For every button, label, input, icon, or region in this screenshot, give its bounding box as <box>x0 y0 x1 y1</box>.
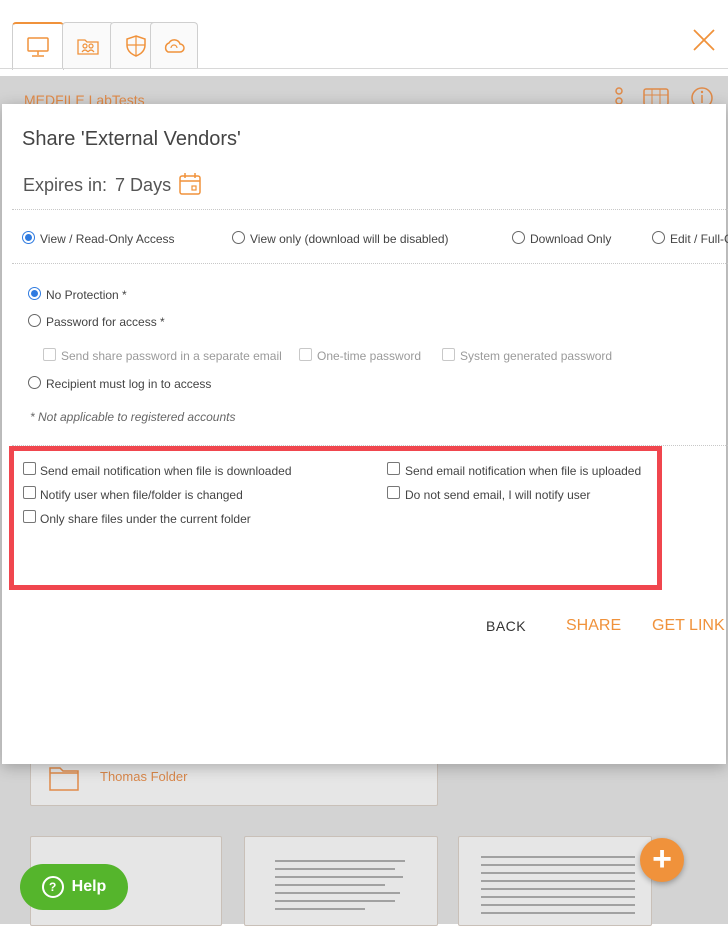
expires-row: Expires in: 7 Days <box>23 175 171 196</box>
folder-icon <box>49 767 79 791</box>
document-thumbnail <box>275 860 405 910</box>
highlight-box <box>9 446 662 590</box>
protection-radio-none[interactable] <box>28 287 41 300</box>
file-card-2[interactable] <box>244 836 438 926</box>
help-label: Help <box>71 878 107 895</box>
file-card-3[interactable] <box>458 836 652 926</box>
share-dialog <box>2 104 726 764</box>
tab-divider <box>0 68 728 69</box>
protection-label-login: Recipient must log in to access <box>46 377 212 391</box>
dialog-title: Share 'External Vendors' <box>22 128 241 150</box>
registered-accounts-note: * Not applicable to registered accounts <box>30 410 236 424</box>
access-label-view-only: View only (download will be disabled) <box>250 232 449 246</box>
send-password-email-label: Send share password in a separate email <box>61 349 282 363</box>
one-time-password-checkbox[interactable] <box>299 348 312 361</box>
add-button[interactable]: + <box>640 838 684 882</box>
one-time-password-label: One-time password <box>317 349 422 363</box>
tab-cloud[interactable] <box>150 22 198 69</box>
protection-label-password: Password for access * <box>46 315 165 329</box>
protection-label-none: No Protection * <box>46 288 127 302</box>
access-label-edit: Edit / Full-C <box>670 232 728 246</box>
access-radio-edit[interactable] <box>652 231 665 244</box>
shared-users-icon <box>77 39 99 55</box>
expires-value[interactable]: 7 Days <box>115 175 171 195</box>
cloud-sync-icon <box>164 39 185 53</box>
question-icon: ? <box>41 876 64 898</box>
shield-icon <box>126 35 146 57</box>
close-icon[interactable] <box>692 28 716 52</box>
divider <box>12 263 728 264</box>
access-label-download-only: Download Only <box>530 232 612 246</box>
protection-radio-password[interactable] <box>28 314 41 327</box>
computer-icon <box>27 37 49 57</box>
share-button[interactable]: SHARE <box>566 617 621 635</box>
calendar-icon[interactable] <box>178 172 202 196</box>
access-radio-view-only[interactable] <box>232 231 245 244</box>
tab-computer[interactable] <box>12 22 64 70</box>
access-label-readonly: View / Read-Only Access <box>40 232 175 246</box>
back-button[interactable]: BACK <box>486 618 526 634</box>
user-settings-icon[interactable] <box>612 86 626 106</box>
access-radio-download-only[interactable] <box>512 231 525 244</box>
expires-label: Expires in: <box>23 175 108 195</box>
divider <box>12 209 728 210</box>
get-link-button[interactable]: GET LINK <box>652 617 725 635</box>
send-password-email-checkbox[interactable] <box>43 348 56 361</box>
protection-radio-login[interactable] <box>28 376 41 389</box>
help-button[interactable]: ? Help <box>20 864 128 910</box>
system-password-label: System generated password <box>460 349 613 363</box>
tab-shared[interactable] <box>62 22 114 69</box>
folder-name: Thomas Folder <box>100 769 188 784</box>
spreadsheet-thumbnail <box>481 856 635 914</box>
system-password-checkbox[interactable] <box>442 348 455 361</box>
access-radio-readonly[interactable] <box>22 231 35 244</box>
info-icon[interactable] <box>690 86 714 106</box>
